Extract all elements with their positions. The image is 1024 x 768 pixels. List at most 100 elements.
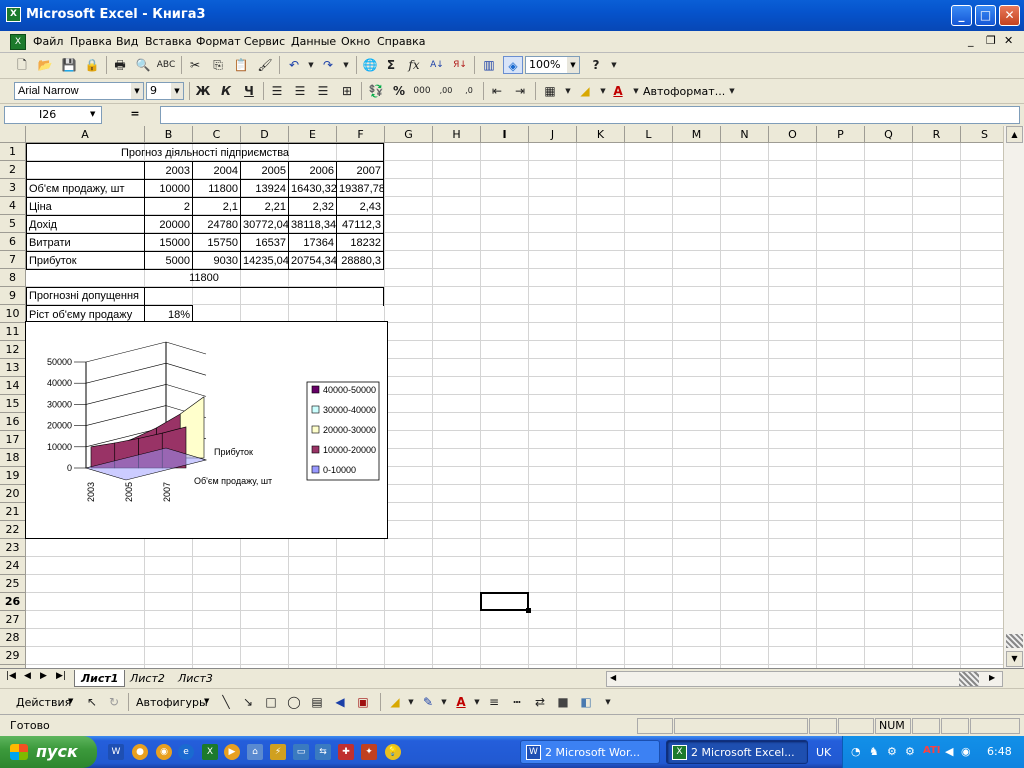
tray-icon[interactable]: ⚙ <box>887 745 897 758</box>
chart-wizard-icon[interactable]: ▥ <box>479 56 499 74</box>
table-cell[interactable]: 19387,78 <box>336 179 384 198</box>
tray-icon[interactable]: ⚙ <box>905 745 915 758</box>
menu-edit[interactable]: Правка <box>70 35 112 48</box>
scroll-right-icon[interactable]: ▶ <box>989 673 995 682</box>
row-header[interactable]: 5 <box>0 215 26 233</box>
row-header[interactable]: 25 <box>0 575 26 593</box>
toolbar-options-icon[interactable]: ▼ <box>722 82 742 100</box>
drawbar-options-icon[interactable]: ▼ <box>598 693 618 711</box>
tab-sheet3[interactable]: Лист3 <box>172 670 219 687</box>
table-cell[interactable]: 14235,04 <box>240 251 289 270</box>
textbox-icon[interactable]: ▤ <box>307 693 327 711</box>
column-header[interactable]: F <box>337 126 385 143</box>
row-header[interactable]: 2 <box>0 161 26 179</box>
doc-restore-button[interactable]: ❐ <box>986 34 996 47</box>
app-quicklaunch-icon[interactable]: ⚡ <box>270 744 286 760</box>
first-sheet-icon[interactable]: |◀ <box>6 671 16 681</box>
table-cell[interactable]: 5000 <box>144 251 193 270</box>
year-header[interactable]: 2003 <box>144 161 193 180</box>
horizontal-scrollbar[interactable]: ◀ ▶ <box>606 671 1003 687</box>
hyperlink-icon[interactable]: 🌐 <box>360 56 380 74</box>
table-cell[interactable]: 2,32 <box>288 197 337 216</box>
column-header[interactable]: E <box>289 126 337 143</box>
table-cell[interactable]: 20000 <box>144 215 193 234</box>
tab-sheet1[interactable]: Лист1 <box>74 670 126 687</box>
media-quicklaunch-icon[interactable]: ● <box>132 744 148 760</box>
rectangle-icon[interactable]: □ <box>261 693 281 711</box>
help-icon[interactable]: ? <box>586 56 606 74</box>
free-rotate-icon[interactable]: ↻ <box>104 693 124 711</box>
line-style-icon[interactable]: ≡ <box>484 693 504 711</box>
close-button[interactable]: ✕ <box>999 5 1020 26</box>
player-quicklaunch-icon[interactable]: ▶ <box>224 744 240 760</box>
table-title[interactable]: Прогноз діяльності підприємства <box>26 143 384 162</box>
clock[interactable]: 6:48 <box>987 745 1012 758</box>
chrome-quicklaunch-icon[interactable]: ◉ <box>156 744 172 760</box>
percent-icon[interactable]: % <box>389 82 409 100</box>
tray-icon[interactable]: ◀ <box>945 745 953 758</box>
row-header[interactable]: 3 <box>0 179 26 197</box>
menu-window[interactable]: Окно <box>341 35 370 48</box>
table-cell[interactable]: 20754,34 <box>288 251 337 270</box>
shadow-icon[interactable]: ■ <box>553 693 573 711</box>
ie-quicklaunch-icon[interactable]: e <box>178 744 194 760</box>
table-cell[interactable]: 17364 <box>288 233 337 252</box>
row-header[interactable]: 7 <box>0 251 26 269</box>
table-cell[interactable]: 16537 <box>240 233 289 252</box>
row-header[interactable]: 12 <box>0 341 26 359</box>
function-icon[interactable]: fx <box>404 56 424 74</box>
bold-icon[interactable]: Ж <box>193 82 213 100</box>
table-cell[interactable]: 2,21 <box>240 197 289 216</box>
increase-indent-icon[interactable]: ⇥ <box>510 82 530 100</box>
row-header[interactable]: 22 <box>0 521 26 539</box>
sort-descending-icon[interactable]: Я↓ <box>450 56 470 74</box>
fill-color-icon[interactable]: ◢ <box>575 82 595 100</box>
decrease-decimal-icon[interactable]: ,0 <box>459 82 479 100</box>
autosum-icon[interactable]: Σ <box>381 56 401 74</box>
row-header[interactable]: 27 <box>0 611 26 629</box>
save-icon[interactable]: 💾 <box>59 56 79 74</box>
table-corner-cell[interactable] <box>26 161 145 180</box>
table-cell[interactable]: 28880,3 <box>336 251 384 270</box>
select-all-corner[interactable] <box>0 126 26 143</box>
row-header[interactable]: 28 <box>0 629 26 647</box>
autoshapes-menu[interactable]: Автофигуры <box>136 696 208 709</box>
table-cell[interactable]: 18232 <box>336 233 384 252</box>
row-header[interactable]: 14 <box>0 377 26 395</box>
sort-ascending-icon[interactable]: A↓ <box>427 56 447 74</box>
align-center-icon[interactable]: ☰ <box>290 82 310 100</box>
redo-icon[interactable]: ↷ <box>318 56 338 74</box>
table-cell[interactable]: 2 <box>144 197 193 216</box>
chevron-down-icon[interactable]: ▼ <box>204 697 209 705</box>
row-label[interactable]: Прибуток <box>26 251 145 270</box>
currency-icon[interactable]: 💱 <box>366 82 386 100</box>
row-header[interactable]: 18 <box>0 449 26 467</box>
name-box[interactable]: I26 <box>4 106 102 124</box>
year-header[interactable]: 2005 <box>240 161 289 180</box>
paste-icon[interactable]: 📋 <box>231 56 251 74</box>
formula-input[interactable] <box>160 106 1020 124</box>
row-header[interactable]: 16 <box>0 413 26 431</box>
wordart-icon[interactable]: ◀ <box>330 693 350 711</box>
tray-icon[interactable]: ♞ <box>869 745 879 758</box>
menu-file[interactable]: Файл <box>33 35 63 48</box>
borders-icon[interactable]: ▦ <box>540 82 560 100</box>
scroll-left-icon[interactable]: ◀ <box>610 673 616 682</box>
align-left-icon[interactable]: ☰ <box>267 82 287 100</box>
select-objects-icon[interactable]: ↖ <box>82 693 102 711</box>
format-painter-icon[interactable]: 🖌 <box>255 56 275 74</box>
row-header[interactable]: 19 <box>0 467 26 485</box>
table-cell[interactable]: 47112,3 <box>336 215 384 234</box>
clipart-icon[interactable]: ▣ <box>353 693 373 711</box>
copy-icon[interactable]: ⎘ <box>208 56 228 74</box>
column-header[interactable]: H <box>433 126 481 143</box>
year-header[interactable]: 2007 <box>336 161 384 180</box>
table-cell[interactable]: 11800 <box>192 179 241 198</box>
spelling-icon[interactable]: ABC <box>156 56 176 74</box>
print-icon[interactable]: 🖶 <box>110 56 130 74</box>
column-header[interactable]: B <box>145 126 193 143</box>
font-color-icon[interactable]: A <box>608 82 628 100</box>
assumptions-label[interactable]: Прогнозні допущення <box>26 287 145 306</box>
row-label[interactable]: Ціна <box>26 197 145 216</box>
vertical-scrollbar[interactable]: ▲ ▼ <box>1003 126 1024 668</box>
